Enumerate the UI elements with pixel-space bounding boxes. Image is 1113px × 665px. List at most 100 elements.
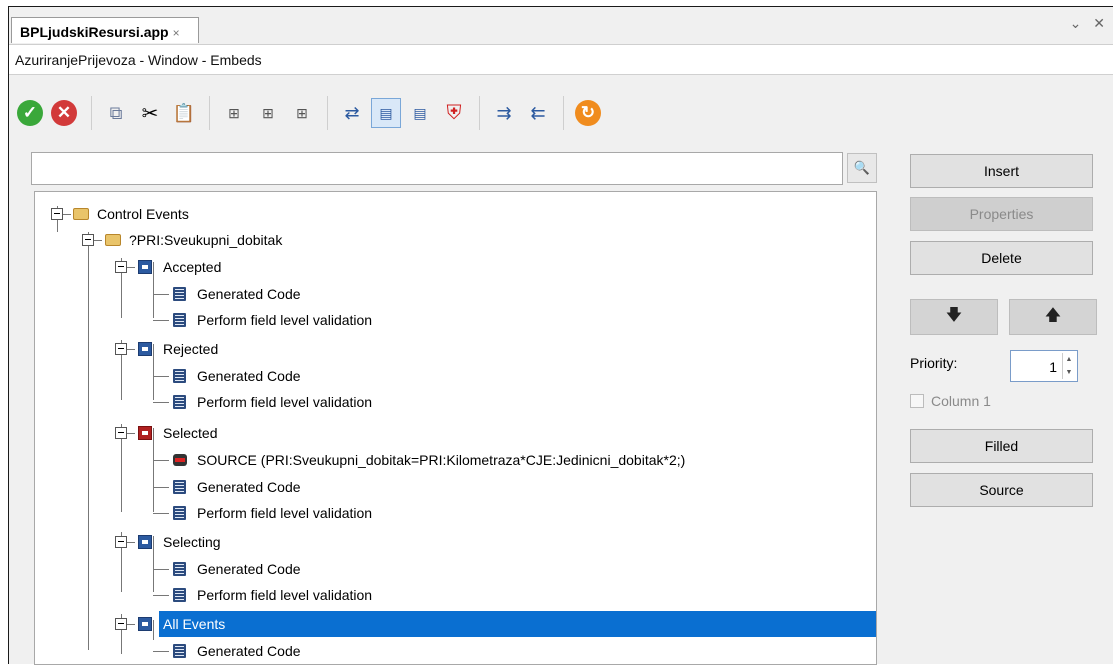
tab-close-icon[interactable]: × xyxy=(173,26,180,40)
paste-icon[interactable]: 📋 xyxy=(169,98,199,128)
arrow-down-icon: 🡇 xyxy=(945,306,963,324)
tab-title: BPLjudskiResursi.app xyxy=(20,24,169,40)
tree-node-label: SOURCE (PRI:Sveukupni_dobitak=PRI:Kilome… xyxy=(197,452,686,468)
move-left-icon[interactable]: ⇄ xyxy=(337,98,367,128)
code-icon xyxy=(173,644,186,658)
tree-node-label: Generated Code xyxy=(197,286,301,302)
refresh-icon[interactable]: ↻ xyxy=(573,98,603,128)
tree-node-label: Perform field level validation xyxy=(197,312,373,328)
tree-line xyxy=(153,376,169,377)
indent-icon[interactable]: ⇉ xyxy=(489,98,519,128)
tree-node-label: Generated Code xyxy=(197,479,301,495)
tree-line xyxy=(153,595,169,596)
tree-node-embed[interactable]: Generated Code xyxy=(35,556,876,582)
tree-line xyxy=(153,569,169,570)
collapse-toggle[interactable] xyxy=(82,234,94,246)
tree-node-label: Control Events xyxy=(97,206,189,222)
tab-controls[interactable]: ⌄ ✕ xyxy=(1070,15,1109,32)
tree-node-label: Generated Code xyxy=(197,643,301,659)
tab-app-file[interactable]: BPLjudskiResursi.app × xyxy=(11,17,199,43)
collapse-toggle[interactable] xyxy=(115,618,127,630)
tree-line xyxy=(153,320,169,321)
folder-open-icon xyxy=(105,234,121,246)
priority-value: 1 xyxy=(1049,359,1057,375)
insert-before-icon[interactable]: ⊞ xyxy=(219,98,249,128)
cut-icon[interactable]: ✂ xyxy=(135,98,165,128)
collapse-toggle[interactable] xyxy=(51,208,63,220)
code-icon xyxy=(173,395,186,409)
cancel-icon[interactable]: ✕ xyxy=(49,98,79,128)
search-icon: 🔍 xyxy=(853,160,871,175)
tree-line xyxy=(153,294,169,295)
tree-node-field[interactable]: ?PRI:Sveukupni_dobitak xyxy=(35,227,876,253)
tree-node-event[interactable]: Rejected xyxy=(35,336,876,362)
ok-icon[interactable]: ✓ xyxy=(15,98,45,128)
tree-node-event[interactable]: Accepted xyxy=(35,254,876,280)
tree-node-embed[interactable]: Perform field level validation xyxy=(35,307,876,333)
collapse-toggle[interactable] xyxy=(115,261,127,273)
tree-node-label: Accepted xyxy=(163,259,222,275)
insert-button[interactable]: Insert xyxy=(910,154,1093,188)
tree-node-label: Rejected xyxy=(163,341,219,357)
tree-node-event[interactable]: Selecting xyxy=(35,529,876,555)
code-icon xyxy=(173,287,186,301)
toolbar-separator xyxy=(91,96,92,130)
spinner-arrows-icon[interactable]: ▲ ▼ xyxy=(1062,353,1075,379)
tree-line xyxy=(127,433,135,434)
tree-node-event-selected[interactable]: All Events xyxy=(35,611,876,637)
code-icon xyxy=(173,506,186,520)
column-checkbox[interactable] xyxy=(910,394,924,408)
tree-line xyxy=(127,624,135,625)
tree-line xyxy=(153,460,169,461)
toolbar: ✓ ✕ ⧉ ✂ 📋 ⊞ ⊞ ⊞ ⇄ ▤ ▤ ⛨ ⇉ ⇇ ↻ xyxy=(9,76,1113,146)
tree-node-embed[interactable]: Perform field level validation xyxy=(35,582,876,608)
tab-bar: BPLjudskiResursi.app × ⌄ ✕ xyxy=(9,7,1113,45)
app-window: BPLjudskiResursi.app × ⌄ ✕ AzuriranjePrij… xyxy=(8,6,1113,665)
move-down-button[interactable]: 🡇 xyxy=(910,299,998,335)
shield-icon[interactable]: ⛨ xyxy=(439,98,469,128)
tree-line xyxy=(94,240,102,241)
tree-node-source[interactable]: SOURCE (PRI:Sveukupni_dobitak=PRI:Kilome… xyxy=(35,447,876,473)
collapse-toggle[interactable] xyxy=(115,343,127,355)
tree-node-embed[interactable]: Perform field level validation xyxy=(35,389,876,415)
event-icon xyxy=(138,617,152,631)
toolbar-separator xyxy=(479,96,480,130)
tree-node-event[interactable]: Selected xyxy=(35,420,876,446)
search-input[interactable] xyxy=(31,152,843,185)
tree-node-label: Selecting xyxy=(163,534,221,550)
tree-node-label: Perform field level validation xyxy=(197,394,373,410)
tree-node-label: Perform field level validation xyxy=(197,505,373,521)
event-icon xyxy=(138,260,152,274)
outdent-icon[interactable]: ⇇ xyxy=(523,98,553,128)
tree-line xyxy=(63,214,71,215)
insert-after-icon[interactable]: ⊞ xyxy=(253,98,283,128)
tree-node-label: Perform field level validation xyxy=(197,587,373,603)
filled-button[interactable]: Filled xyxy=(910,429,1093,463)
tree-node-embed[interactable]: Generated Code xyxy=(35,281,876,307)
view-icon[interactable]: ▤ xyxy=(371,98,401,128)
tree-node-embed[interactable]: Generated Code xyxy=(35,363,876,389)
move-up-button[interactable]: 🡅 xyxy=(1009,299,1097,335)
code-icon xyxy=(173,313,186,327)
insert-child-icon[interactable]: ⊞ xyxy=(287,98,317,128)
tree-node-control-events[interactable]: Control Events xyxy=(35,201,876,227)
event-icon xyxy=(138,342,152,356)
properties-button[interactable]: Properties xyxy=(910,197,1093,231)
tree-line xyxy=(127,349,135,350)
tree-node-embed[interactable]: Generated Code xyxy=(35,474,876,500)
code-icon xyxy=(173,480,186,494)
search-button[interactable]: 🔍 xyxy=(847,153,877,183)
tree-line xyxy=(153,651,169,652)
embed-tree[interactable]: Control Events ?PRI:Sveukupni_dobitak Ac… xyxy=(34,191,877,665)
source-button[interactable]: Source xyxy=(910,473,1093,507)
column-label: Column 1 xyxy=(931,393,991,409)
event-icon xyxy=(138,426,152,440)
collapse-toggle[interactable] xyxy=(115,427,127,439)
view-alt-icon[interactable]: ▤ xyxy=(405,98,435,128)
copy-icon[interactable]: ⧉ xyxy=(101,98,131,128)
tree-node-embed[interactable]: Perform field level validation xyxy=(35,500,876,526)
tree-node-embed[interactable]: Generated Code xyxy=(35,638,876,664)
delete-button[interactable]: Delete xyxy=(910,241,1093,275)
collapse-toggle[interactable] xyxy=(115,536,127,548)
priority-spinner[interactable]: 1 ▲ ▼ xyxy=(1010,350,1078,382)
